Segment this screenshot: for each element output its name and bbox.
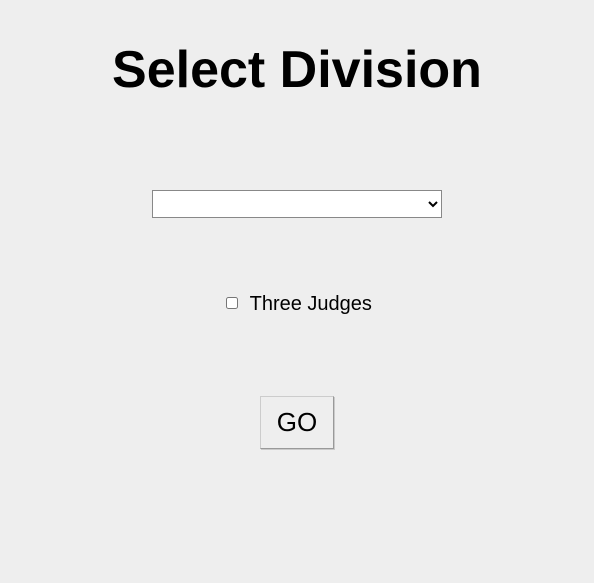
three-judges-row: Three Judges bbox=[0, 293, 594, 316]
division-select[interactable] bbox=[152, 190, 442, 218]
three-judges-checkbox[interactable] bbox=[226, 297, 238, 309]
form-container: Select Division Three Judges GO bbox=[0, 0, 594, 449]
three-judges-label[interactable]: Three Judges bbox=[250, 293, 372, 315]
division-select-wrap bbox=[0, 190, 594, 218]
page-heading: Select Division bbox=[0, 40, 594, 100]
go-button[interactable]: GO bbox=[260, 396, 334, 449]
